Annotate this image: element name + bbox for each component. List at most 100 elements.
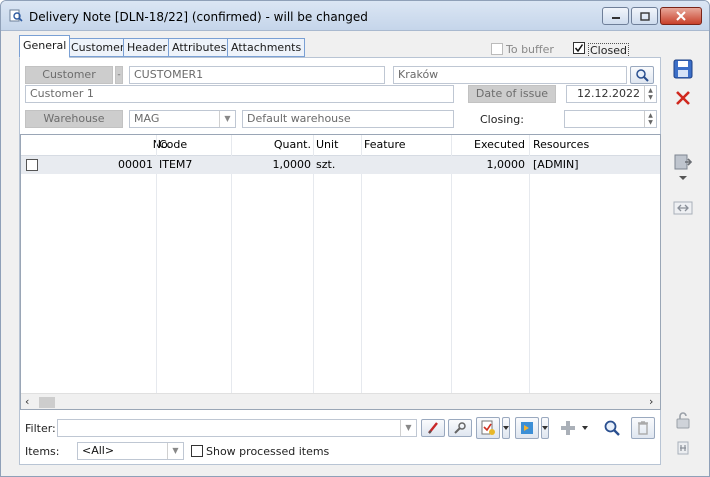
show-processed-checkbox[interactable]	[191, 445, 203, 457]
floppy-disk-icon	[673, 59, 693, 79]
pin-button[interactable]	[671, 437, 695, 459]
window-title: Delivery Note [DLN-18/22] (confirmed) - …	[29, 10, 368, 24]
chevron-down-icon	[503, 426, 509, 430]
chevron-down-icon[interactable]: ▼	[400, 420, 416, 436]
closed-label: Closed	[588, 43, 629, 58]
generate-document-menu[interactable]	[671, 173, 695, 183]
wrench-icon	[454, 422, 466, 434]
warehouse-name-field[interactable]: Default warehouse	[242, 110, 454, 128]
clear-filter-button[interactable]	[421, 419, 445, 437]
customer-dropdown-button[interactable]: -	[115, 66, 123, 84]
export-menu[interactable]	[541, 417, 549, 439]
tab-customer[interactable]: Customer	[67, 38, 129, 57]
items-grid: No. Code Quant. Unit Feature Executed Re…	[20, 134, 661, 410]
warehouse-button[interactable]: Warehouse	[25, 110, 123, 128]
add-document-button[interactable]	[476, 417, 500, 439]
to-buffer-label: To buffer	[506, 43, 554, 56]
maximize-icon	[639, 11, 650, 21]
scrollbar-thumb[interactable]	[39, 397, 55, 408]
close-icon	[676, 11, 686, 21]
save-button[interactable]	[671, 58, 695, 80]
cell-unit: szt.	[316, 158, 336, 171]
customer-name-field[interactable]: Customer 1	[25, 85, 454, 103]
show-processed-label: Show processed items	[206, 445, 330, 458]
scroll-right-icon[interactable]: ›	[649, 395, 653, 408]
trash-icon	[638, 421, 648, 435]
column-header-no[interactable]: No.	[81, 135, 171, 155]
column-header-quant[interactable]: Quant.	[233, 135, 311, 155]
minimize-button[interactable]	[602, 7, 629, 25]
closing-date-field[interactable]: ▲ ▼	[564, 110, 657, 128]
delete-item-button[interactable]	[631, 417, 655, 439]
customer-city-field[interactable]: Kraków	[393, 66, 627, 84]
minimize-icon	[611, 17, 620, 19]
column-header-executed[interactable]: Executed	[451, 135, 525, 155]
cell-executed: 1,0000	[486, 158, 526, 171]
link-icon	[673, 201, 693, 215]
title-bar: Delivery Note [DLN-18/22] (confirmed) - …	[1, 1, 709, 31]
close-window-button[interactable]	[660, 7, 702, 25]
tab-attachments[interactable]: Attachments	[227, 38, 306, 57]
plus-icon	[561, 421, 575, 435]
warehouse-code-value: MAG	[134, 112, 160, 125]
close-icon	[676, 91, 690, 105]
closed-checkbox[interactable]	[573, 42, 585, 54]
checkmark-icon	[574, 44, 584, 53]
row-select-checkbox[interactable]	[26, 159, 38, 171]
delivery-note-window: Delivery Note [DLN-18/22] (confirmed) - …	[0, 0, 710, 477]
export-button[interactable]	[515, 417, 539, 439]
add-item-button[interactable]	[556, 417, 580, 439]
magnifier-document-icon	[9, 9, 23, 22]
chevron-down-icon[interactable]: ▼	[167, 443, 183, 459]
pin-icon	[677, 441, 689, 455]
column-header-resources[interactable]: Resources	[533, 135, 589, 155]
cell-code: ITEM7	[159, 158, 193, 171]
items-selected-value: <All>	[82, 444, 115, 457]
chevron-down-icon	[582, 426, 588, 430]
closing-spinner[interactable]: ▲ ▼	[644, 111, 656, 127]
customer-code-field[interactable]: CUSTOMER1	[129, 66, 385, 84]
search-icon	[604, 420, 620, 436]
window-bottom-edge	[1, 470, 709, 476]
chevron-down-icon[interactable]: ▼	[219, 111, 235, 127]
date-spinner[interactable]: ▲ ▼	[644, 86, 656, 102]
customer-button[interactable]: Customer	[25, 66, 113, 84]
filter-constructor-button[interactable]	[448, 419, 472, 437]
cell-quant: 1,0000	[272, 158, 312, 171]
warehouse-code-select[interactable]: MAG ▼	[129, 110, 236, 128]
column-header-unit[interactable]: Unit	[316, 135, 338, 155]
filter-input[interactable]: ▼	[57, 419, 417, 437]
generate-document-button[interactable]	[671, 151, 695, 173]
add-item-menu[interactable]	[581, 417, 589, 439]
chevron-down-icon	[679, 176, 687, 180]
chevron-down-icon	[542, 426, 548, 430]
date-of-issue-value: 12.12.2022	[577, 87, 640, 100]
to-buffer-checkbox[interactable]	[491, 43, 503, 55]
view-item-button[interactable]	[600, 417, 624, 439]
table-row[interactable]: 00001 ITEM7 1,0000 szt. 1,0000 [ADMIN]	[21, 156, 660, 174]
tab-header[interactable]: Header	[123, 38, 172, 57]
customer-search-button[interactable]	[630, 66, 654, 84]
scroll-left-icon[interactable]: ‹	[25, 395, 29, 408]
items-select[interactable]: <All> ▼	[77, 442, 184, 460]
date-of-issue-button[interactable]: Date of issue	[468, 85, 556, 103]
cancel-button[interactable]	[671, 87, 695, 109]
tab-attributes[interactable]: Attributes	[168, 38, 231, 57]
unlock-button[interactable]	[671, 409, 695, 431]
maximize-button[interactable]	[631, 7, 658, 25]
horizontal-scrollbar[interactable]: ‹ ›	[21, 393, 660, 409]
cell-no: 00001	[118, 158, 153, 171]
export-icon	[521, 422, 533, 434]
add-document-menu[interactable]	[502, 417, 510, 439]
eraser-icon	[428, 422, 438, 434]
cell-resources: [ADMIN]	[533, 158, 579, 171]
items-label: Items:	[25, 445, 60, 458]
tab-general[interactable]: General	[19, 35, 71, 58]
document-arrow-icon	[674, 154, 693, 170]
relations-button[interactable]	[671, 197, 695, 219]
column-header-feature[interactable]: Feature	[364, 135, 406, 155]
column-header-code[interactable]: Code	[159, 135, 187, 155]
document-add-icon	[481, 420, 495, 435]
closing-label: Closing:	[480, 113, 524, 126]
date-of-issue-field[interactable]: 12.12.2022 ▲ ▼	[566, 85, 657, 103]
